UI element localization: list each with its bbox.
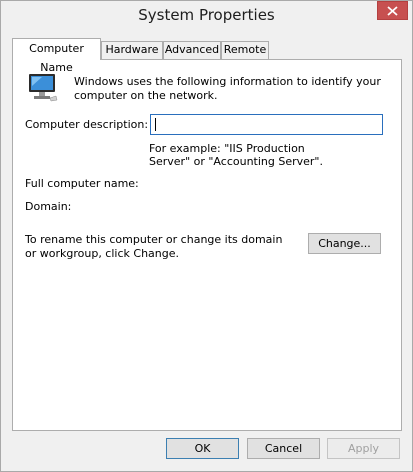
window-title: System Properties: [138, 6, 275, 24]
close-button[interactable]: [377, 1, 408, 20]
system-properties-dialog: System Properties Computer Name Hardware…: [0, 0, 413, 472]
rename-text: To rename this computer or change its do…: [25, 233, 283, 260]
title-bar[interactable]: System Properties: [1, 1, 412, 30]
tab-advanced[interactable]: Advanced: [163, 41, 221, 59]
ok-button[interactable]: OK: [166, 438, 239, 459]
tab-hardware[interactable]: Hardware: [101, 41, 163, 59]
tab-remote[interactable]: Remote: [221, 41, 269, 59]
tab-computer-name[interactable]: Computer Name: [12, 38, 101, 74]
close-icon: [387, 5, 398, 16]
computer-description-input[interactable]: [150, 114, 383, 135]
computer-name-panel: Windows uses the following information t…: [12, 59, 402, 431]
example-hint: For example: "IIS Production Server" or …: [149, 142, 323, 168]
apply-button[interactable]: Apply: [327, 438, 400, 459]
domain-label: Domain:: [25, 200, 72, 213]
change-button[interactable]: Change...: [308, 233, 381, 254]
cancel-button[interactable]: Cancel: [247, 438, 320, 459]
intro-text: Windows uses the following information t…: [74, 75, 381, 102]
description-label: Computer description:: [25, 118, 149, 131]
full-name-label: Full computer name:: [25, 177, 139, 190]
